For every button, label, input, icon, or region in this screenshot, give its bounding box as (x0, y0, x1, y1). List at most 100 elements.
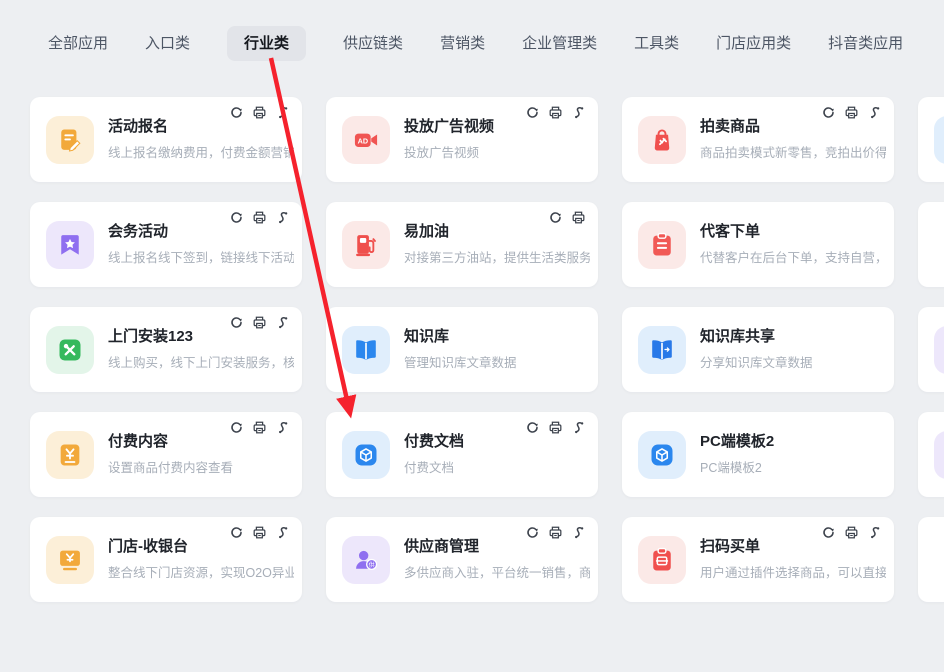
app-title: 易加油 (404, 223, 590, 241)
app-card-door-install[interactable]: 上门安装123 线上购买，线下上门安装服务，核... (30, 307, 302, 392)
tab-all-apps[interactable]: 全部应用 (48, 27, 108, 60)
link-icon[interactable] (275, 420, 290, 435)
app-desc: 用户通过插件选择商品，可以直接... (700, 562, 886, 581)
tab-supply-chain[interactable]: 供应链类 (343, 27, 403, 60)
ad-video-icon: AD (342, 116, 390, 164)
link-icon[interactable] (275, 210, 290, 225)
app-title: 知识库 (404, 328, 517, 346)
app-title: 会务活动 (108, 223, 294, 241)
app-card-event-signup[interactable]: 活动报名 线上报名缴纳费用，付费金额营销... (30, 97, 302, 182)
cube-icon (342, 431, 390, 479)
app-title: 活动报名 (108, 118, 294, 136)
link-icon[interactable] (571, 420, 586, 435)
app-desc: 多供应商入驻，平台统一销售，商... (404, 562, 590, 581)
refresh-icon[interactable] (229, 210, 244, 225)
link-icon[interactable] (867, 105, 882, 120)
app-icon (934, 116, 944, 164)
link-icon[interactable] (571, 525, 586, 540)
refresh-icon[interactable] (229, 420, 244, 435)
printer-icon[interactable] (252, 210, 267, 225)
app-card-pc-template-2[interactable]: PC端模板2 PC端模板2 (622, 412, 894, 497)
printer-icon[interactable] (548, 525, 563, 540)
app-card-yijiayou[interactable]: 易加油 对接第三方油站，提供生活类服务。 (326, 202, 598, 287)
card-actions (525, 420, 586, 435)
link-icon[interactable] (867, 525, 882, 540)
app-desc: 线上报名缴纳费用，付费金额营销... (108, 142, 294, 161)
refresh-icon[interactable] (821, 105, 836, 120)
card-actions (229, 315, 290, 330)
refresh-icon[interactable] (229, 315, 244, 330)
app-card-paid-doc[interactable]: 付费文档 付费文档 (326, 412, 598, 497)
link-icon[interactable] (275, 525, 290, 540)
tab-store-apps[interactable]: 门店应用类 (716, 27, 791, 60)
app-market-page: 全部应用 入口类 行业类 供应链类 营销类 企业管理类 工具类 门店应用类 抖音… (0, 0, 944, 672)
app-card-knowledge-share[interactable]: 知识库共享 分享知识库文章数据 (622, 307, 894, 392)
app-card-ad-video[interactable]: AD 投放广告视频 投放广告视频 (326, 97, 598, 182)
cube-icon (638, 431, 686, 479)
refresh-icon[interactable] (821, 525, 836, 540)
card-text: 知识库共享 分享知识库文章数据 (700, 328, 813, 371)
tab-label: 门店应用类 (716, 35, 791, 52)
app-card-paid-content[interactable]: 付费内容 设置商品付费内容查看 (30, 412, 302, 497)
printer-icon[interactable] (252, 105, 267, 120)
app-card-partial-row4[interactable] (918, 412, 944, 497)
refresh-icon[interactable] (229, 105, 244, 120)
printer-icon[interactable] (844, 105, 859, 120)
app-card-partial-row5[interactable] (918, 517, 944, 602)
refresh-icon[interactable] (525, 105, 540, 120)
app-title: 付费文档 (404, 433, 464, 451)
link-icon[interactable] (275, 315, 290, 330)
app-card-scan-pay[interactable]: 扫码买单 用户通过插件选择商品，可以直接... (622, 517, 894, 602)
app-desc: PC端模板2 (700, 457, 774, 476)
printer-icon[interactable] (844, 525, 859, 540)
app-title: 知识库共享 (700, 328, 813, 346)
card-text: 活动报名 线上报名缴纳费用，付费金额营销... (108, 118, 294, 161)
printer-icon[interactable] (548, 420, 563, 435)
card-text: 投放广告视频 投放广告视频 (404, 118, 494, 161)
app-desc: 设置商品付费内容查看 (108, 457, 233, 476)
book-share-icon (638, 326, 686, 374)
tab-marketing[interactable]: 营销类 (440, 27, 485, 60)
app-card-knowledge-base[interactable]: 知识库 管理知识库文章数据 (326, 307, 598, 392)
app-card-supplier-mgmt[interactable]: 供 供应商管理 多供应商入驻，平台统一销售，商... (326, 517, 598, 602)
app-card-order-for-customer[interactable]: 代客下单 代替客户在后台下单，支持自营，... (622, 202, 894, 287)
app-desc: 代替客户在后台下单，支持自营，... (700, 247, 886, 266)
card-actions (821, 105, 882, 120)
open-book-icon (342, 326, 390, 374)
app-card-partial-row1[interactable] (918, 97, 944, 182)
card-actions (525, 105, 586, 120)
tab-douyin-apps[interactable]: 抖音类应用 (828, 27, 903, 60)
card-text: 付费文档 付费文档 (404, 433, 464, 476)
printer-icon[interactable] (548, 105, 563, 120)
card-text: 门店-收银台 整合线下门店资源，实现O2O异业... (108, 538, 294, 581)
app-title: 上门安装123 (108, 328, 294, 346)
card-text: 代客下单 代替客户在后台下单，支持自营，... (700, 223, 886, 266)
card-text: 扫码买单 用户通过插件选择商品，可以直接... (700, 538, 886, 581)
refresh-icon[interactable] (548, 210, 563, 225)
tab-entry[interactable]: 入口类 (145, 27, 190, 60)
app-card-partial-row3[interactable] (918, 307, 944, 392)
tab-label: 营销类 (440, 35, 485, 52)
printer-icon[interactable] (571, 210, 586, 225)
app-card-auction-goods[interactable]: 拍卖商品 商品拍卖模式新零售，竞拍出价得... (622, 97, 894, 182)
printer-icon[interactable] (252, 315, 267, 330)
cashier-icon (46, 536, 94, 584)
tab-tools[interactable]: 工具类 (634, 27, 679, 60)
link-icon[interactable] (571, 105, 586, 120)
auction-bag-icon (638, 116, 686, 164)
app-card-conference-activity[interactable]: 会务活动 线上报名线下签到，链接线下活动。 (30, 202, 302, 287)
tab-industry[interactable]: 行业类 (227, 26, 306, 61)
app-card-store-cashier[interactable]: 门店-收银台 整合线下门店资源，实现O2O异业... (30, 517, 302, 602)
app-card-partial-row2[interactable] (918, 202, 944, 287)
app-desc: 分享知识库文章数据 (700, 352, 813, 371)
refresh-icon[interactable] (525, 525, 540, 540)
link-icon[interactable] (275, 105, 290, 120)
fuel-pump-icon (342, 221, 390, 269)
supplier-icon: 供 (342, 536, 390, 584)
printer-icon[interactable] (252, 420, 267, 435)
refresh-icon[interactable] (525, 420, 540, 435)
card-text: 拍卖商品 商品拍卖模式新零售，竞拍出价得... (700, 118, 886, 161)
printer-icon[interactable] (252, 525, 267, 540)
refresh-icon[interactable] (229, 525, 244, 540)
tab-enterprise[interactable]: 企业管理类 (522, 27, 597, 60)
